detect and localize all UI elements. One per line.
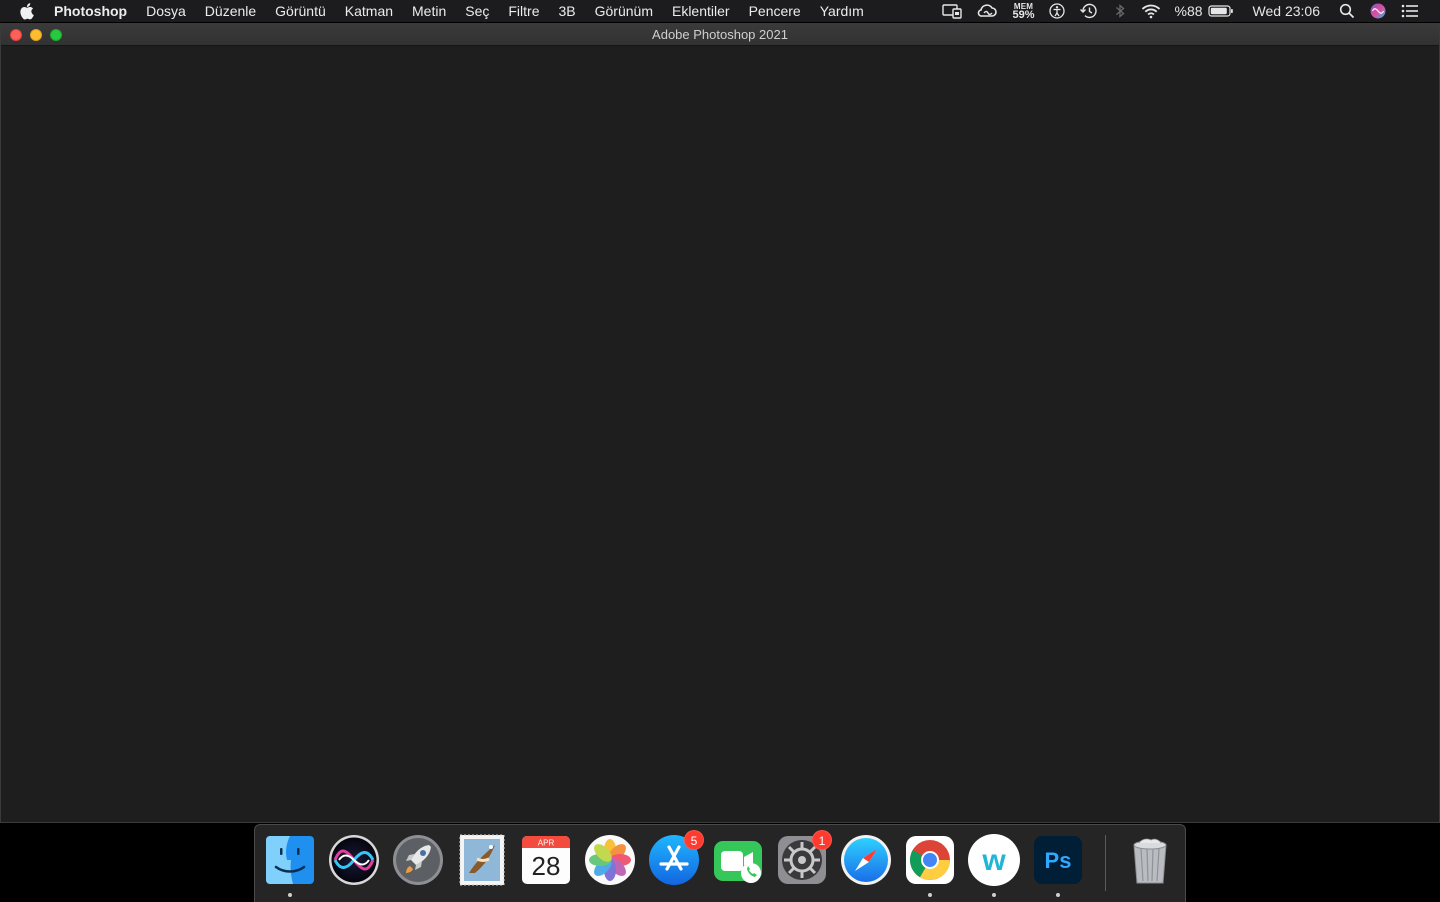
close-window-button[interactable] <box>10 29 22 41</box>
menu-eklentiler[interactable]: Eklentiler <box>662 0 739 22</box>
trash-icon <box>1133 838 1167 884</box>
menu-goruntu[interactable]: Görüntü <box>266 0 336 22</box>
window-titlebar[interactable]: Adobe Photoshop 2021 <box>1 24 1439 46</box>
window-controls <box>10 29 62 41</box>
safari-compass-icon <box>841 835 891 885</box>
time-machine-icon[interactable] <box>1072 0 1106 22</box>
photos-flower-icon <box>585 835 635 885</box>
siri-app-icon <box>329 835 379 885</box>
display-icon[interactable] <box>935 0 969 22</box>
menu-app-name[interactable]: Photoshop <box>54 0 137 22</box>
calendar-month: APR <box>538 839 555 848</box>
menu-yardim[interactable]: Yardım <box>810 0 873 22</box>
running-indicator <box>1056 893 1060 897</box>
menu-katman[interactable]: Katman <box>335 0 402 22</box>
menu-3b[interactable]: 3B <box>549 0 585 22</box>
dock-trash[interactable] <box>1123 833 1177 887</box>
zoom-window-button[interactable] <box>50 29 62 41</box>
workspace-area[interactable] <box>1 46 1439 822</box>
menu-bar-status: MEM 59% %88 Wed 23:06 <box>935 0 1440 22</box>
running-indicator <box>288 893 292 897</box>
dock-photos[interactable] <box>583 833 637 887</box>
menu-bar-left: Photoshop Dosya Düzenle Görüntü Katman M… <box>0 0 873 22</box>
dock-safari[interactable] <box>839 833 893 887</box>
dock-chrome[interactable] <box>903 833 957 897</box>
dock: APR 28 5 1 w Ps <box>254 824 1186 902</box>
dock-separator <box>1105 835 1106 891</box>
accessibility-icon[interactable] <box>1042 0 1072 22</box>
photoshop-window: Adobe Photoshop 2021 <box>0 23 1440 823</box>
mail-stamp-icon <box>459 834 505 886</box>
menu-metin[interactable]: Metin <box>403 0 456 22</box>
system-preferences-badge: 1 <box>812 830 832 850</box>
menu-dosya[interactable]: Dosya <box>137 0 196 22</box>
menu-gorunum[interactable]: Görünüm <box>585 0 662 22</box>
wifi-icon[interactable] <box>1134 0 1168 22</box>
finder-icon <box>266 836 314 884</box>
menu-duzenle[interactable]: Düzenle <box>195 0 265 22</box>
menu-filtre[interactable]: Filtre <box>499 0 549 22</box>
photoshop-letters: Ps <box>1045 848 1072 873</box>
calendar-icon: APR 28 <box>522 836 570 884</box>
battery-percent[interactable]: %88 <box>1168 0 1206 22</box>
launchpad-rocket-icon <box>393 835 443 885</box>
spotlight-search-icon[interactable] <box>1332 0 1362 22</box>
bluetooth-icon[interactable] <box>1106 0 1134 22</box>
minimize-window-button[interactable] <box>30 29 42 41</box>
window-title: Adobe Photoshop 2021 <box>652 27 788 42</box>
apple-menu-icon[interactable] <box>19 2 35 20</box>
dock-mail[interactable] <box>455 833 509 887</box>
chrome-icon <box>906 836 954 884</box>
photoshop-icon: Ps <box>1034 836 1082 884</box>
creative-cloud-icon[interactable] <box>969 0 1005 22</box>
dock-calendar[interactable]: APR 28 <box>519 833 573 887</box>
facetime-icon <box>714 841 762 883</box>
menu-bar-clock[interactable]: Wed 23:06 <box>1241 0 1332 22</box>
running-indicator <box>928 893 932 897</box>
w-app-icon: w <box>968 834 1020 886</box>
dock-photoshop[interactable]: Ps <box>1031 833 1085 897</box>
battery-icon[interactable] <box>1206 0 1241 22</box>
menu-sec[interactable]: Seç <box>456 0 499 22</box>
dock-launchpad[interactable] <box>391 833 445 887</box>
memory-value: 59% <box>1012 9 1035 21</box>
w-app-letter: w <box>981 844 1006 877</box>
dock-w-app[interactable]: w <box>967 833 1021 897</box>
app-store-update-badge: 5 <box>684 830 704 850</box>
dock-finder[interactable] <box>263 833 317 897</box>
dock-system-preferences[interactable]: 1 <box>775 830 832 887</box>
memory-monitor[interactable]: MEM 59% <box>1005 0 1041 22</box>
dock-app-store[interactable]: 5 <box>647 830 704 887</box>
notification-center-icon[interactable] <box>1394 0 1426 22</box>
dock-facetime[interactable] <box>711 833 765 887</box>
running-indicator <box>992 893 996 897</box>
dock-siri[interactable] <box>327 833 381 887</box>
siri-icon[interactable] <box>1362 0 1394 22</box>
menu-pencere[interactable]: Pencere <box>739 0 810 22</box>
menu-bar: Photoshop Dosya Düzenle Görüntü Katman M… <box>0 0 1440 22</box>
calendar-day: 28 <box>532 851 561 881</box>
